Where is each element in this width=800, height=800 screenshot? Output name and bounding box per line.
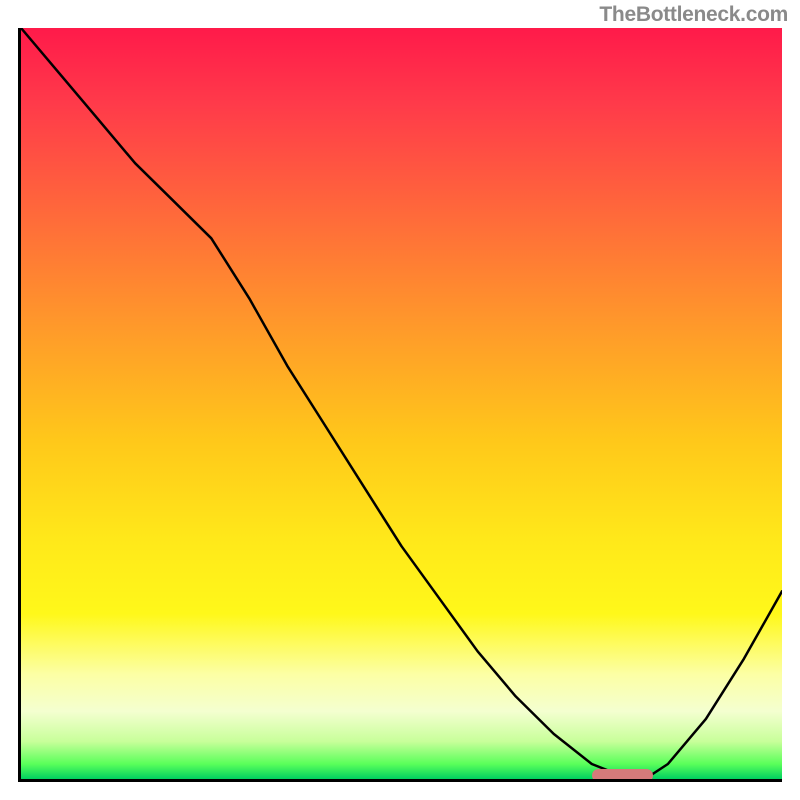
optimal-marker — [592, 769, 653, 782]
chart-container: TheBottleneck.com — [0, 0, 800, 800]
watermark-text: TheBottleneck.com — [599, 3, 788, 27]
plot-area — [18, 28, 782, 782]
line-curve — [21, 28, 782, 779]
